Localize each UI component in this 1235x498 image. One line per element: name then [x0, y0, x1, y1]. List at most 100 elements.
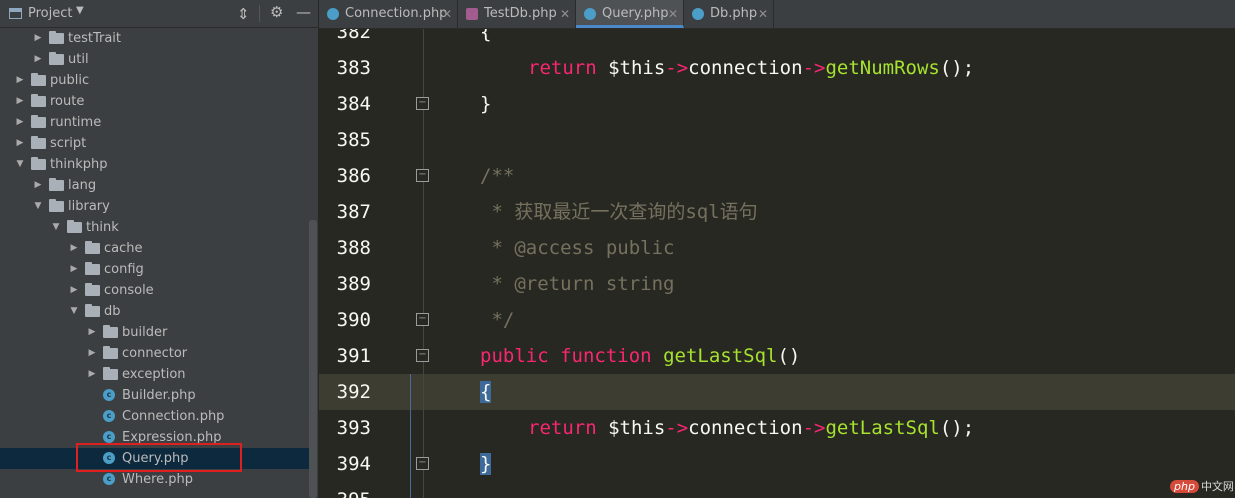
fold-marker-icon[interactable]: − [416, 169, 429, 182]
tree-folder[interactable]: ▶ testTrait [0, 28, 310, 49]
tab-label: TestDb.php [484, 6, 557, 21]
chevron-right-icon[interactable]: ▶ [87, 364, 97, 385]
tree-folder[interactable]: ▶ console [0, 280, 310, 301]
tree-item-label: connector [122, 346, 188, 361]
tree-folder[interactable]: ▶ cache [0, 238, 310, 259]
code-line[interactable]: return $this->connection->getLastSql(); [528, 410, 974, 446]
folder-icon [67, 220, 82, 233]
chevron-right-icon[interactable]: ▶ [69, 259, 79, 280]
code-line[interactable]: { [480, 374, 492, 410]
line-number: 384 [336, 93, 371, 115]
chevron-down-icon[interactable]: ▼ [33, 196, 43, 217]
code-line[interactable]: public function getLastSql() [480, 338, 800, 374]
close-icon[interactable]: ✕ [758, 0, 768, 28]
tree-file[interactable]: c Where.php [0, 469, 310, 490]
tree-item-label: testTrait [68, 31, 122, 46]
chevron-right-icon[interactable]: ▶ [69, 280, 79, 301]
tree-folder[interactable]: ▶ script [0, 133, 310, 154]
folder-icon [103, 367, 118, 380]
folder-icon [49, 31, 64, 44]
tree-item-label: config [104, 262, 144, 277]
chevron-right-icon[interactable]: ▶ [69, 238, 79, 259]
folder-icon [31, 157, 46, 170]
tree-folder[interactable]: ▶ runtime [0, 112, 310, 133]
code-line[interactable]: * @access public [480, 230, 674, 266]
watermark-logo: php [1170, 480, 1199, 493]
tree-scrollbar[interactable] [309, 220, 317, 498]
chevron-right-icon[interactable]: ▶ [15, 70, 25, 91]
fold-marker-icon[interactable]: − [416, 313, 429, 326]
line-number: 394 [336, 453, 371, 475]
chevron-down-icon[interactable]: ▼ [69, 301, 79, 322]
code-line[interactable]: } [480, 446, 492, 482]
fold-marker-icon[interactable]: − [416, 97, 429, 110]
close-icon[interactable]: ✕ [442, 0, 452, 28]
code-line[interactable]: /** [480, 158, 514, 194]
php-class-icon [584, 8, 596, 20]
tree-folder[interactable]: ▶ lang [0, 175, 310, 196]
tree-item-label: util [68, 52, 89, 67]
tree-item-label: Where.php [122, 472, 194, 487]
folder-icon [31, 115, 46, 128]
tab-db[interactable]: Db.php ✕ [684, 0, 774, 28]
tree-folder[interactable]: ▼ db [0, 301, 310, 322]
tree-folder[interactable]: ▶ public [0, 70, 310, 91]
tree-folder[interactable]: ▶ builder [0, 322, 310, 343]
chevron-right-icon[interactable]: ▶ [87, 322, 97, 343]
collapse-all-icon[interactable]: ⇕ [237, 5, 250, 23]
tree-folder[interactable]: ▶ config [0, 259, 310, 280]
folder-icon [31, 94, 46, 107]
tab-connection[interactable]: Connection.php ✕ [319, 0, 458, 28]
gear-icon[interactable]: ⚙ [270, 3, 283, 21]
tree-folder[interactable]: ▼ think [0, 217, 310, 238]
tree-folder[interactable]: ▶ exception [0, 364, 310, 385]
chevron-right-icon[interactable]: ▶ [33, 49, 43, 70]
php-class-icon: c [103, 389, 115, 401]
line-number: 395 [319, 482, 371, 498]
chevron-right-icon[interactable]: ▶ [33, 175, 43, 196]
folder-icon [103, 346, 118, 359]
tree-file[interactable]: c Builder.php [0, 385, 310, 406]
code-line[interactable]: */ [480, 302, 514, 338]
project-title[interactable]: Project [28, 6, 72, 21]
tree-item-label: public [50, 73, 90, 88]
watermark: php 中文网 [1170, 478, 1234, 494]
tree-file[interactable]: c Connection.php [0, 406, 310, 427]
tree-folder[interactable]: ▼ library [0, 196, 310, 217]
chevron-down-icon[interactable]: ▼ [51, 217, 61, 238]
fold-marker-icon[interactable]: − [416, 349, 429, 362]
tree-folder[interactable]: ▼ thinkphp [0, 154, 310, 175]
line-number: 385 [336, 129, 371, 151]
line-number: 392 [336, 381, 371, 403]
php-test-file-icon [466, 8, 478, 20]
folder-icon [49, 178, 64, 191]
code-line[interactable]: return $this->connection->getNumRows(); [528, 50, 974, 86]
code-line[interactable]: { [480, 29, 491, 50]
chevron-right-icon[interactable]: ▶ [87, 343, 97, 364]
editor-tab-bar: Connection.php ✕ TestDb.php ✕ Query.php ✕ Db.p… [319, 0, 1235, 29]
fold-marker-icon[interactable]: − [416, 457, 429, 470]
dropdown-caret-icon[interactable]: ▼ [76, 5, 84, 16]
chevron-down-icon[interactable]: ▼ [15, 154, 25, 175]
line-number: 391 [336, 345, 371, 367]
close-icon[interactable]: ✕ [560, 0, 570, 28]
code-line[interactable]: * @return string [480, 266, 674, 302]
tree-item-label: db [104, 304, 121, 319]
tree-folder[interactable]: ▶ connector [0, 343, 310, 364]
tree-folder[interactable]: ▶ route [0, 91, 310, 112]
line-number: 386 [336, 165, 371, 187]
chevron-right-icon[interactable]: ▶ [15, 133, 25, 154]
close-icon[interactable]: ✕ [668, 0, 678, 28]
chevron-right-icon[interactable]: ▶ [15, 91, 25, 112]
tab-query[interactable]: Query.php ✕ [576, 0, 684, 28]
chevron-right-icon[interactable]: ▶ [15, 112, 25, 133]
project-icon [9, 8, 22, 19]
current-line-highlight [319, 374, 1235, 410]
code-editor[interactable]: 382 {383 return $this->connection->getNumR… [319, 29, 1235, 498]
tab-testdb[interactable]: TestDb.php ✕ [458, 0, 576, 28]
chevron-right-icon[interactable]: ▶ [33, 28, 43, 49]
minimize-icon[interactable]: — [296, 3, 311, 21]
code-line[interactable]: * 获取最近一次查询的sql语句 [480, 194, 757, 230]
code-line[interactable]: } [480, 86, 491, 122]
tree-folder[interactable]: ▶ util [0, 49, 310, 70]
